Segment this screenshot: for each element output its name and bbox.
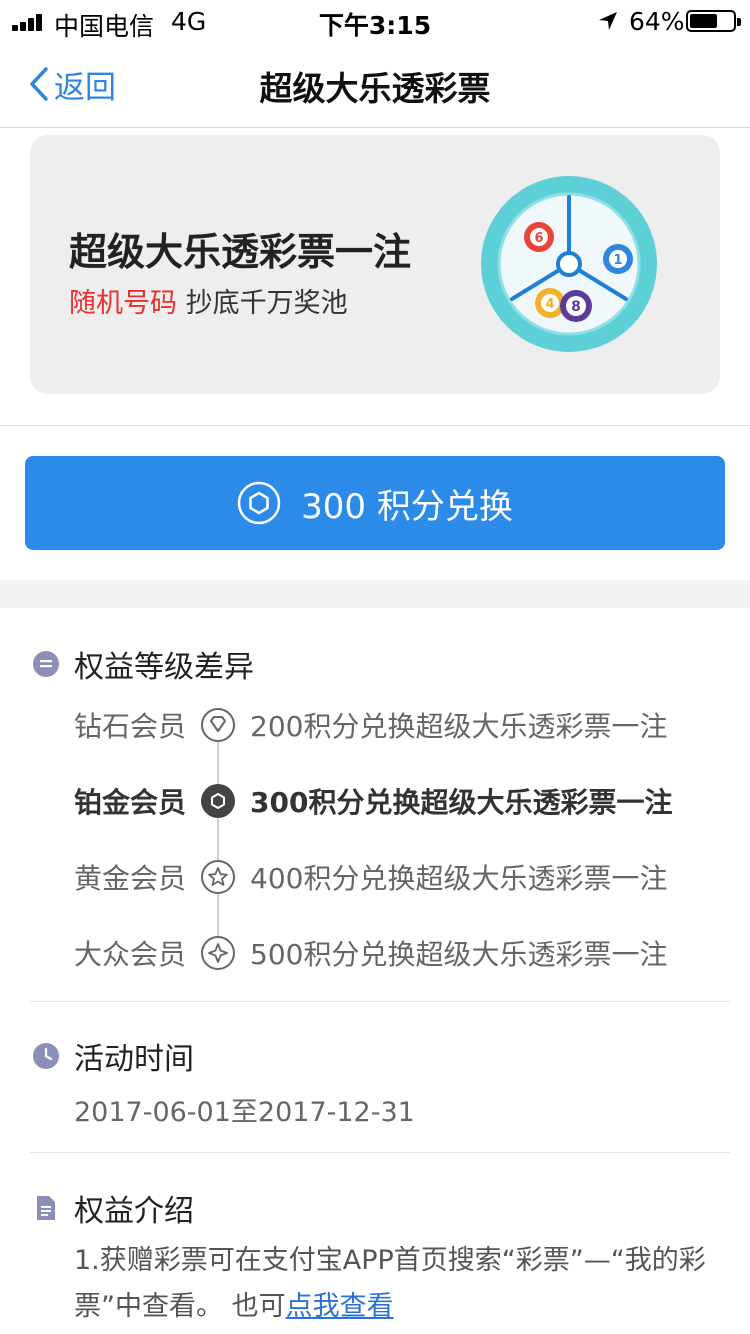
tier-desc: 400积分兑换超级大乐透彩票一注	[250, 862, 668, 895]
ball-number: 4	[545, 297, 554, 312]
view-link[interactable]: 点我查看	[286, 1291, 394, 1322]
intro-title: 权益介绍	[74, 1194, 194, 1229]
document-icon	[37, 1196, 55, 1220]
page-title: 超级大乐透彩票	[259, 69, 491, 108]
intro-header: 权益介绍	[32, 1186, 194, 1230]
status-bar: 中国电信 4G 下午3:15 64%	[0, 0, 750, 41]
tier-name: 钻石会员	[74, 710, 187, 743]
hexagon-icon	[201, 784, 235, 818]
star-icon	[201, 860, 235, 894]
tier-name: 黄金会员	[74, 862, 187, 895]
ball-number: 6	[534, 231, 543, 246]
message-bubble-icon	[33, 651, 59, 677]
battery-percent: 64%	[629, 7, 685, 36]
divider	[0, 425, 750, 426]
random-number-tag: 随机号码	[69, 288, 177, 319]
clock-icon	[33, 1043, 59, 1069]
redeem-button[interactable]: 300 积分兑换	[25, 456, 725, 550]
intro-body: 1.获赠彩票可在支付宝APP首页搜索“彩票”—“我的彩票”中查看。 也可点我查看	[74, 1238, 734, 1330]
activity-header: 活动时间	[32, 1034, 194, 1078]
activity-date-range: 2017-06-01至2017-12-31	[74, 1097, 415, 1128]
tier-name: 大众会员	[74, 938, 187, 971]
section-gap	[0, 580, 750, 608]
redeem-label: 300 积分兑换	[301, 486, 513, 527]
diamond-icon	[201, 708, 235, 742]
tier-desc: 500积分兑换超级大乐透彩票一注	[250, 938, 668, 971]
jackpot-text: 抄底千万奖池	[185, 288, 348, 319]
battery-icon	[686, 10, 741, 32]
tier-name: 铂金会员	[74, 786, 187, 819]
tier-row: 黄金会员 400积分兑换超级大乐透彩票一注	[0, 857, 750, 897]
tier-row: 大众会员 500积分兑换超级大乐透彩票一注	[0, 933, 750, 973]
divider	[30, 1001, 730, 1002]
product-title: 超级大乐透彩票一注	[69, 230, 412, 274]
tier-desc: 300积分兑换超级大乐透彩票一注	[250, 786, 673, 819]
location-arrow-icon	[599, 12, 617, 30]
tier-desc: 200积分兑换超级大乐透彩票一注	[250, 710, 668, 743]
lottery-ball-machine-icon: 6 1 4 8	[481, 176, 657, 352]
tier-row: 铂金会员 300积分兑换超级大乐透彩票一注	[0, 781, 750, 821]
timeline-line	[217, 740, 219, 950]
product-card: 超级大乐透彩票一注 随机号码 抄底千万奖池 6 1 4 8	[30, 135, 720, 394]
sparkle-icon	[201, 936, 235, 970]
ball-number: 1	[613, 253, 622, 268]
product-subtitle: 随机号码 抄底千万奖池	[69, 281, 348, 320]
levels-header: 权益等级差异	[32, 642, 254, 686]
nav-bar: 返回 超级大乐透彩票	[0, 40, 750, 128]
activity-title: 活动时间	[74, 1042, 194, 1077]
ball-number: 8	[571, 299, 581, 315]
divider	[30, 1152, 730, 1153]
tier-row: 钻石会员 200积分兑换超级大乐透彩票一注	[0, 705, 750, 745]
levels-title: 权益等级差异	[74, 650, 254, 685]
hexagon-badge-icon	[237, 481, 281, 525]
